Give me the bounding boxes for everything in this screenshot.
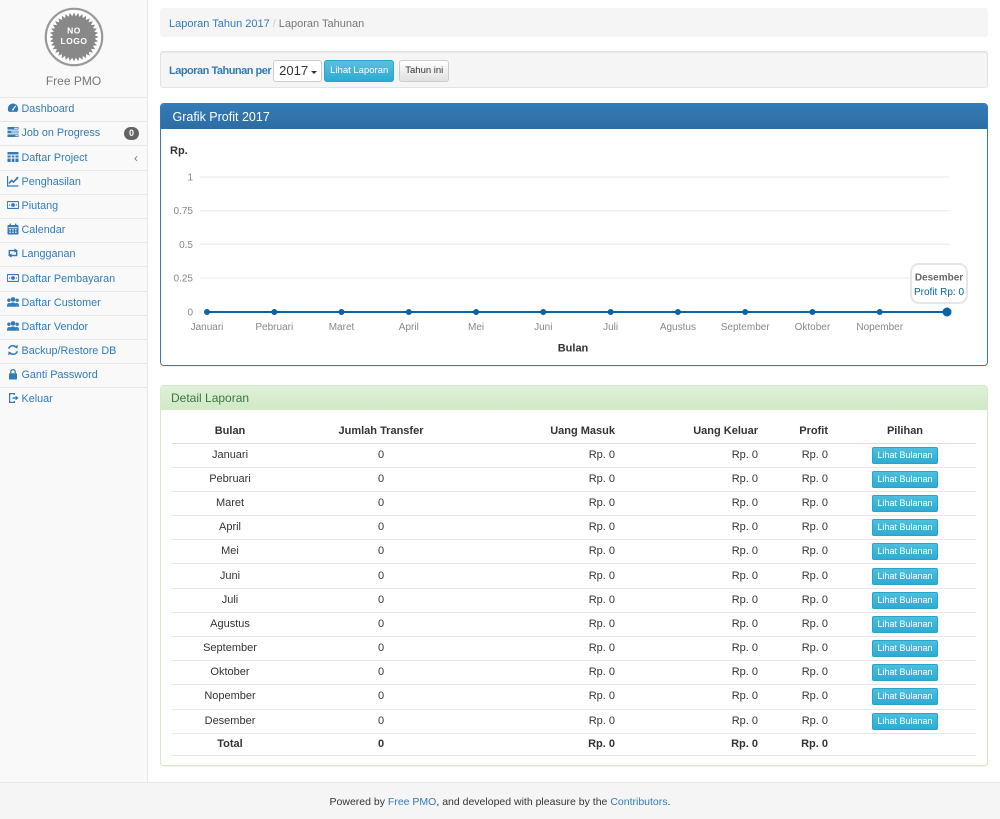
svg-text:LOGO: LOGO <box>60 36 87 46</box>
svg-text:Desember: Desember <box>915 273 963 284</box>
svg-text:0.75: 0.75 <box>174 206 194 217</box>
svg-text:Januari: Januari <box>191 322 224 333</box>
svg-text:September: September <box>721 322 771 333</box>
svg-text:Maret: Maret <box>329 322 355 333</box>
svg-text:Oktober: Oktober <box>795 322 831 333</box>
svg-text:1: 1 <box>187 173 193 184</box>
svg-text:Agustus: Agustus <box>660 322 696 333</box>
svg-text:Mei: Mei <box>468 322 484 333</box>
svg-text:Profit Rp: 0: Profit Rp: 0 <box>914 287 964 298</box>
svg-text:Rp.: Rp. <box>170 145 188 157</box>
svg-text:Bulan: Bulan <box>558 343 589 355</box>
svg-text:0.5: 0.5 <box>179 240 193 251</box>
svg-text:Pebruari: Pebruari <box>255 322 293 333</box>
svg-text:Juli: Juli <box>603 322 618 333</box>
svg-text:NO: NO <box>67 26 81 36</box>
svg-text:Juni: Juni <box>534 322 552 333</box>
svg-text:Nopember: Nopember <box>856 322 903 333</box>
svg-text:0.25: 0.25 <box>174 274 194 285</box>
svg-text:April: April <box>399 322 419 333</box>
svg-text:0: 0 <box>187 308 193 319</box>
